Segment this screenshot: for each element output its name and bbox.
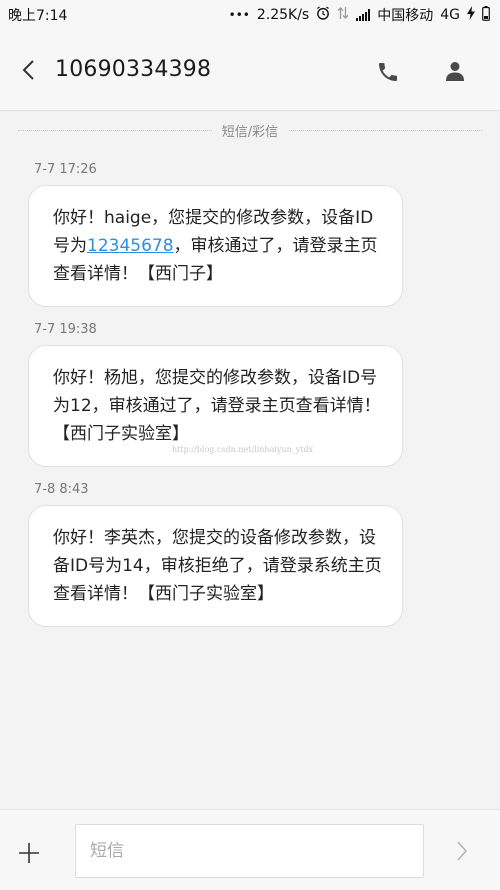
message-text: 你好！杨旭，您提交的修改参数，设备ID号为12，审核通过了，请登录主页查看详情！… (53, 368, 381, 444)
composer-bar (0, 809, 500, 890)
network-speed: 2.25K/s (256, 7, 310, 23)
contact-number: 10690334398 (55, 57, 212, 82)
message-bubble[interactable]: 你好！李英杰，您提交的设备修改参数，设备ID号为14，审核拒绝了，请登录系统主页… (28, 505, 403, 627)
message-input[interactable] (75, 824, 424, 878)
status-time: 晚上7:14 (8, 8, 68, 24)
message-timestamp: 7-7 17:26 (34, 162, 97, 177)
send-arrow-icon[interactable] (450, 837, 474, 865)
divider-label: 短信/彩信 (211, 121, 289, 140)
status-icons: ••• 2.25K/s 中国移动 4G (229, 5, 490, 25)
alarm-icon (316, 6, 330, 24)
back-icon[interactable] (18, 58, 40, 82)
signal-icon (356, 9, 371, 21)
phone-icon[interactable] (376, 60, 400, 84)
watermark-text: http://blog.csdn.net/linhaiyun_ytdx (172, 445, 314, 454)
message-text: 你好！haige，您提交的修改参数，设备ID号为12345678，审核通过了，请… (53, 204, 389, 288)
plus-icon[interactable] (18, 838, 58, 868)
contact-profile-icon[interactable] (443, 59, 467, 83)
battery-icon (482, 5, 490, 25)
message-text: 你好！李英杰，您提交的设备修改参数，设备ID号为14，审核拒绝了，请登录系统主页… (53, 528, 382, 604)
carrier-name: 中国移动 (377, 8, 434, 24)
status-dots: ••• (228, 8, 250, 22)
message-timestamp: 7-7 19:38 (34, 322, 97, 337)
conversation-header: 10690334398 (0, 30, 500, 111)
network-type: 4G (440, 7, 460, 23)
message-bubble[interactable]: 你好！haige，您提交的修改参数，设备ID号为12345678，审核通过了，请… (28, 185, 403, 307)
message-type-divider: 短信/彩信 (18, 120, 482, 140)
data-transfer-icon (337, 6, 349, 24)
device-id-link[interactable]: 12345678 (87, 236, 174, 256)
status-bar: 晚上7:14 ••• 2.25K/s 中国移动 4G (0, 0, 500, 30)
charging-icon (467, 6, 475, 24)
message-timestamp: 7-8 8:43 (34, 482, 89, 497)
